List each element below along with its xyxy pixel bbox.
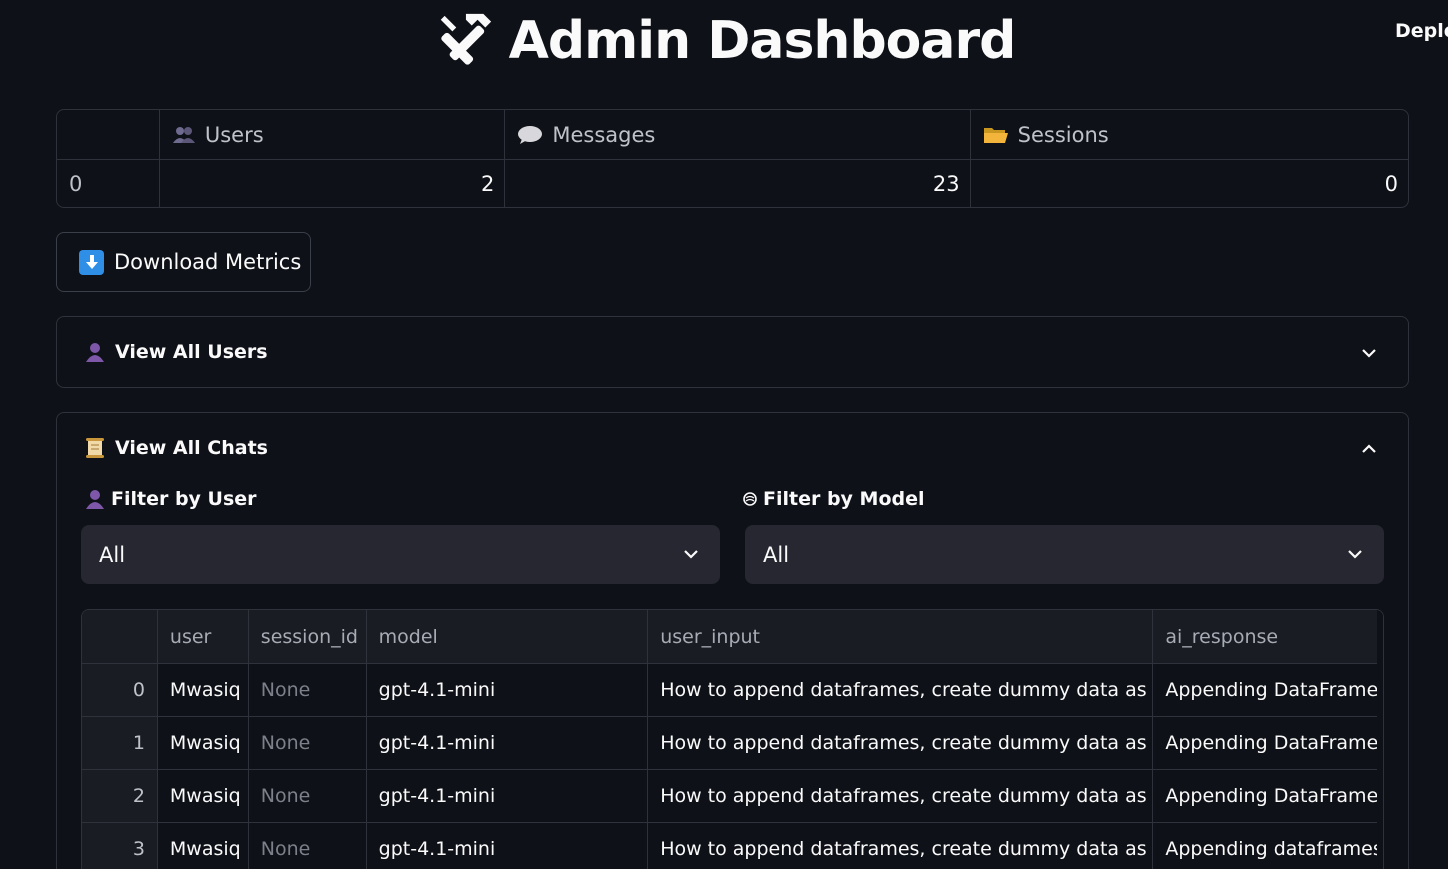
- view-all-users-expander: View All Users: [56, 316, 1409, 388]
- download-arrow-icon: [79, 249, 104, 275]
- metrics-table: Users Messages Sessions 0 2 23 0: [56, 109, 1409, 208]
- metrics-header-sessions[interactable]: Sessions: [969, 110, 1408, 159]
- metrics-header-users[interactable]: Users: [158, 110, 504, 159]
- view-all-chats-header[interactable]: View All Chats: [57, 413, 1408, 483]
- cell-session-id[interactable]: None: [249, 717, 367, 769]
- filter-by-user-label: Filter by User: [85, 488, 257, 510]
- cell-ai-response[interactable]: Appending DataFrames i: [1153, 770, 1383, 822]
- brain-icon: [743, 492, 757, 506]
- deploy-button[interactable]: Deplo: [1395, 20, 1448, 42]
- filter-by-model-select[interactable]: All: [745, 525, 1384, 584]
- chevron-down-icon: [1348, 550, 1362, 559]
- cell-model[interactable]: gpt-4.1-mini: [367, 664, 649, 716]
- grid-scrollbar[interactable]: [1377, 610, 1383, 869]
- cell-user[interactable]: Mwasiq: [158, 717, 249, 769]
- table-row: 2 Mwasiq None gpt-4.1-mini How to append…: [82, 770, 1383, 823]
- chevron-down-icon: [1362, 349, 1376, 358]
- user-icon: [86, 343, 104, 362]
- grid-header-session-id[interactable]: session_id: [249, 610, 367, 663]
- view-all-users-header[interactable]: View All Users: [57, 317, 1408, 387]
- chevron-up-icon: [1362, 444, 1376, 453]
- cell-ai-response[interactable]: Appending dataframes i: [1153, 823, 1383, 869]
- metrics-header-messages[interactable]: Messages: [504, 110, 969, 159]
- chats-data-grid[interactable]: user session_id model user_input ai_resp…: [81, 609, 1384, 869]
- view-all-users-label: View All Users: [115, 341, 268, 363]
- page-title: Admin Dashboard: [0, 10, 1448, 72]
- filter-by-model-text: Filter by Model: [763, 488, 925, 510]
- grid-header-ai-response[interactable]: ai_response: [1153, 610, 1383, 663]
- cell-user-input[interactable]: How to append dataframes, create dummy d…: [648, 823, 1154, 869]
- metrics-header-label: Users: [204, 122, 264, 147]
- filter-by-model-label: Filter by Model: [743, 488, 925, 510]
- filter-by-user-value: All: [99, 542, 126, 567]
- cell-ai-response[interactable]: Appending DataFrames i: [1153, 717, 1383, 769]
- table-row: 1 Mwasiq None gpt-4.1-mini How to append…: [82, 717, 1383, 770]
- grid-header-row: user session_id model user_input ai_resp…: [82, 610, 1383, 664]
- metrics-users-value[interactable]: 2: [158, 160, 504, 207]
- metrics-messages-value[interactable]: 23: [504, 160, 969, 207]
- cell-user[interactable]: Mwasiq: [158, 823, 249, 869]
- cell-user[interactable]: Mwasiq: [158, 770, 249, 822]
- user-icon: [86, 490, 104, 509]
- scroll-icon: [86, 438, 104, 458]
- hammer-wrench-icon: [440, 13, 491, 65]
- cell-user-input[interactable]: How to append dataframes, create dummy d…: [648, 770, 1154, 822]
- metrics-header-row: Users Messages Sessions: [57, 110, 1408, 159]
- cell-session-id[interactable]: None: [249, 770, 367, 822]
- filter-by-user-text: Filter by User: [111, 488, 257, 510]
- grid-index-header: [82, 610, 158, 663]
- table-row: 3 Mwasiq None gpt-4.1-mini How to append…: [82, 823, 1383, 869]
- metrics-header-label: Sessions: [1017, 122, 1109, 147]
- cell-user-input[interactable]: How to append dataframes, create dummy d…: [648, 717, 1154, 769]
- view-all-chats-label: View All Chats: [115, 437, 268, 459]
- cell-model[interactable]: gpt-4.1-mini: [367, 717, 649, 769]
- filter-by-model-value: All: [763, 542, 790, 567]
- filter-by-user-select[interactable]: All: [81, 525, 720, 584]
- row-index: 3: [82, 823, 158, 869]
- speech-bubble-icon: [518, 125, 543, 144]
- grid-header-model[interactable]: model: [367, 610, 649, 663]
- cell-session-id[interactable]: None: [249, 823, 367, 869]
- metrics-header-label: Messages: [552, 122, 656, 147]
- metrics-index-header: [57, 110, 159, 159]
- download-metrics-button[interactable]: Download Metrics: [56, 232, 311, 292]
- cell-ai-response[interactable]: Appending DataFrames i: [1153, 664, 1383, 716]
- cell-user[interactable]: Mwasiq: [158, 664, 249, 716]
- app-page: Admin Dashboard Deplo Users Messages: [0, 0, 1448, 869]
- metrics-sessions-value[interactable]: 0: [969, 160, 1408, 207]
- metrics-data-row: 0 2 23 0: [57, 159, 1408, 207]
- grid-header-user[interactable]: user: [158, 610, 249, 663]
- metrics-row-index: 0: [69, 172, 83, 196]
- users-icon: [172, 126, 195, 143]
- cell-session-id[interactable]: None: [249, 664, 367, 716]
- cell-model[interactable]: gpt-4.1-mini: [367, 823, 649, 869]
- table-row: 0 Mwasiq None gpt-4.1-mini How to append…: [82, 664, 1383, 717]
- chevron-down-icon: [684, 550, 698, 559]
- download-metrics-label: Download Metrics: [114, 250, 302, 274]
- cell-model[interactable]: gpt-4.1-mini: [367, 770, 649, 822]
- cell-user-input[interactable]: How to append dataframes, create dummy d…: [648, 664, 1154, 716]
- grid-header-user-input[interactable]: user_input: [648, 610, 1154, 663]
- title-text: Admin Dashboard: [508, 11, 1017, 71]
- view-all-chats-expander: View All Chats Filter by User All Filter…: [56, 412, 1409, 869]
- row-index: 2: [82, 770, 158, 822]
- folder-icon: [983, 127, 1008, 143]
- row-index: 0: [82, 664, 158, 716]
- row-index: 1: [82, 717, 158, 769]
